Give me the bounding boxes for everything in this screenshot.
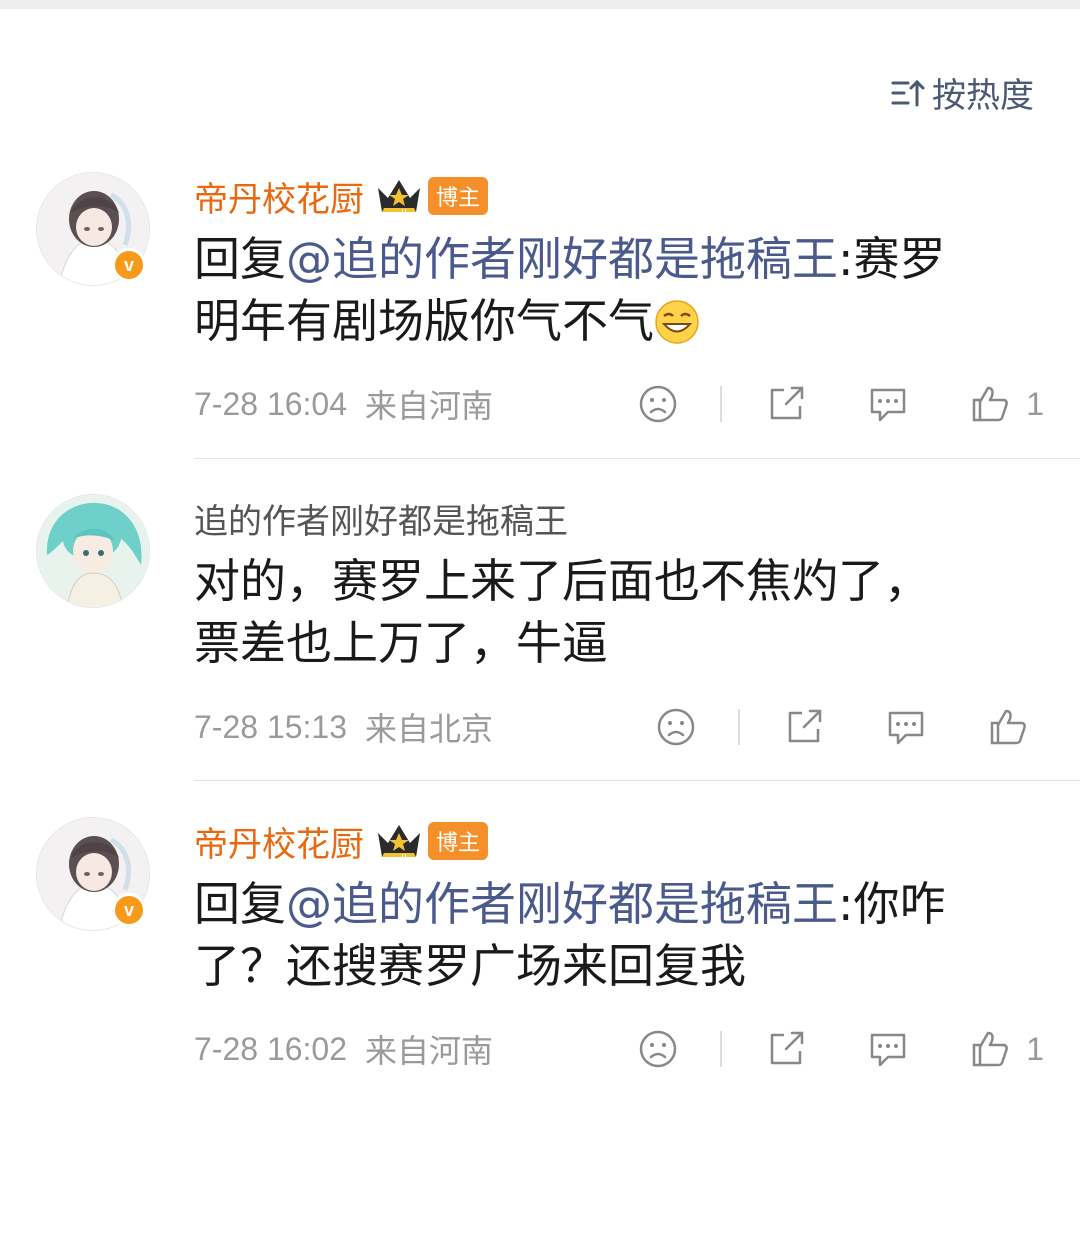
like-button[interactable]: 1 xyxy=(968,1027,1044,1071)
reply-prefix: 回复 xyxy=(194,232,286,286)
comment-icon xyxy=(870,388,906,422)
svg-text:II: II xyxy=(401,208,407,218)
author-row: 帝丹校花厨 II 博主 xyxy=(194,172,489,221)
dislike-button[interactable] xyxy=(654,705,698,749)
sad-face-icon xyxy=(639,385,677,423)
blogger-badge: 博主 xyxy=(428,822,489,860)
crown-icon: II xyxy=(378,825,420,863)
comment-meta: 7-28 15:13 来自北京 xyxy=(194,705,1044,749)
action-divider xyxy=(720,386,723,422)
comment-text-line: 票差也上万了，牛逼 xyxy=(194,616,608,670)
comment-divider xyxy=(194,780,1080,781)
verified-badge-icon: v xyxy=(112,248,146,282)
author-name[interactable]: 帝丹校花厨 xyxy=(194,817,364,866)
comment-text: 回复@追的作者刚好都是拖稿王:赛罗 明年有剧场版你气不气 xyxy=(194,228,1034,352)
share-icon xyxy=(770,1031,804,1065)
sad-face-icon xyxy=(657,708,695,746)
reply-button[interactable] xyxy=(884,705,928,749)
sort-by-hot-button[interactable]: 按热度 xyxy=(890,68,1034,117)
share-button[interactable] xyxy=(764,382,808,426)
comment-text-line: 明年有剧场版你气不气 xyxy=(194,294,654,348)
grin-emoji-icon xyxy=(655,300,699,344)
author-row: 追的作者刚好都是拖稿王 xyxy=(194,494,568,542)
action-divider xyxy=(720,1031,723,1067)
thumbs-up-icon xyxy=(972,386,1009,422)
like-button[interactable]: 1 xyxy=(968,382,1044,426)
comment-icon xyxy=(870,1033,906,1067)
mention-link[interactable]: @追的作者刚好都是拖稿王 xyxy=(286,877,838,931)
share-icon xyxy=(788,709,822,743)
like-count: 1 xyxy=(1026,385,1044,422)
comment-time: 7-28 16:04 xyxy=(194,385,348,422)
thumbs-up-icon xyxy=(972,1031,1009,1067)
like-count: 1 xyxy=(1026,1030,1044,1067)
sort-label: 按热度 xyxy=(932,76,1034,116)
mention-link[interactable]: @追的作者刚好都是拖稿王 xyxy=(286,232,838,286)
author-name[interactable]: 追的作者刚好都是拖稿王 xyxy=(194,494,568,543)
avatar[interactable]: v xyxy=(36,817,150,931)
comment-meta: 7-28 16:04 来自河南 1 xyxy=(194,382,1044,426)
sad-face-icon xyxy=(639,1030,677,1068)
svg-text:II: II xyxy=(401,853,407,863)
thumbs-up-icon xyxy=(990,709,1026,745)
top-strip xyxy=(0,0,1080,9)
reply-prefix: 回复 xyxy=(194,877,286,931)
comment-text: 回复@追的作者刚好都是拖稿王:你咋 了？还搜赛罗广场来回复我 xyxy=(194,873,1034,997)
dislike-button[interactable] xyxy=(636,1027,680,1071)
author-row: 帝丹校花厨 II 博主 xyxy=(194,817,489,866)
comment-time: 7-28 16:02 xyxy=(194,1030,348,1067)
reply-button[interactable] xyxy=(866,1027,910,1071)
avatar[interactable] xyxy=(36,494,150,608)
reply-button[interactable] xyxy=(866,382,910,426)
avatar-image xyxy=(37,495,149,607)
dislike-button[interactable] xyxy=(636,382,680,426)
comment-divider xyxy=(194,458,1080,459)
comment-location: 来自河南 xyxy=(365,1032,494,1070)
action-divider xyxy=(738,709,740,745)
avatar[interactable]: v xyxy=(36,172,150,286)
comment-text-part: :赛罗 xyxy=(838,232,946,286)
like-button[interactable] xyxy=(986,705,1030,749)
comment-location: 来自河南 xyxy=(365,387,494,425)
author-name[interactable]: 帝丹校花厨 xyxy=(194,172,364,221)
blogger-badge: 博主 xyxy=(428,177,489,215)
comment-time: 7-28 15:13 xyxy=(194,708,348,745)
comment-text-part: :你咋 xyxy=(838,877,946,931)
share-button[interactable] xyxy=(764,1027,808,1071)
comment-location: 来自北京 xyxy=(365,710,494,748)
comment-text-line: 对的，赛罗上来了后面也不焦灼了， xyxy=(194,554,930,608)
comment-text: 对的，赛罗上来了后面也不焦灼了， 票差也上万了，牛逼 xyxy=(194,550,1034,674)
share-icon xyxy=(770,386,804,420)
crown-icon: II xyxy=(378,180,420,218)
share-button[interactable] xyxy=(782,705,826,749)
comment-meta: 7-28 16:02 来自河南 1 xyxy=(194,1027,1044,1071)
comment-icon xyxy=(888,711,924,745)
sort-icon xyxy=(891,79,925,106)
verified-badge-icon: v xyxy=(112,893,146,927)
comment-text-line: 了？还搜赛罗广场来回复我 xyxy=(194,939,746,993)
